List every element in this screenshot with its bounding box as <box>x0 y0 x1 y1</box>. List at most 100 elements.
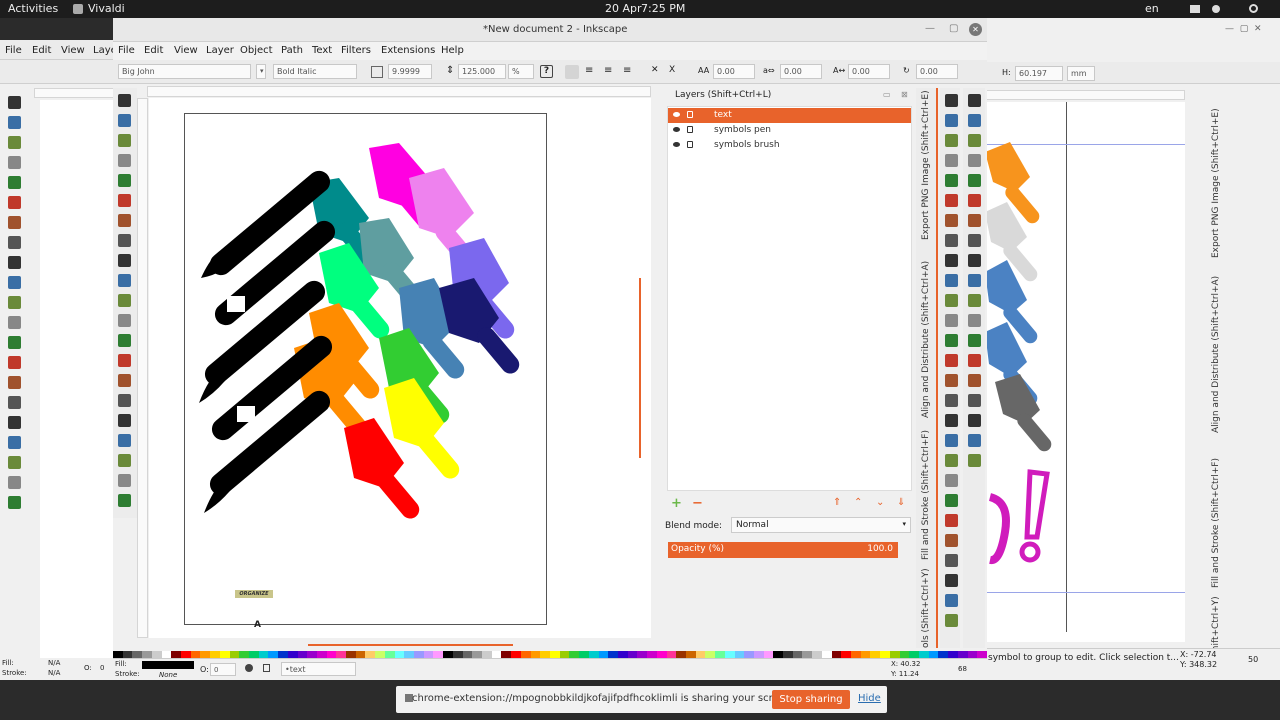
tool-button-icon[interactable] <box>118 174 131 187</box>
lower-to-bottom-icon[interactable]: ⇓ <box>897 497 905 508</box>
tool-button-icon[interactable] <box>8 96 21 109</box>
help-icon[interactable]: ? <box>540 65 553 78</box>
height-field[interactable]: 60.197 <box>1015 66 1063 81</box>
dock-tab-align[interactable]: Align and Distribute (Shift+Ctrl+A) <box>921 258 931 418</box>
palette-swatch[interactable] <box>316 651 328 658</box>
palette-swatch[interactable] <box>258 651 269 658</box>
palette-swatch[interactable] <box>142 651 153 658</box>
palette-swatch[interactable] <box>676 651 687 658</box>
palette-swatch[interactable] <box>744 651 755 658</box>
volume-icon[interactable] <box>1212 5 1220 13</box>
tool-button-icon[interactable] <box>8 336 21 349</box>
palette-swatch[interactable] <box>569 651 580 658</box>
tool-button-icon[interactable] <box>118 114 131 127</box>
tool-button-icon[interactable] <box>118 374 131 387</box>
palette-swatch[interactable] <box>831 651 842 658</box>
canvas-area[interactable]: ORGANIZE A <box>149 98 651 638</box>
lock-icon[interactable] <box>687 126 693 133</box>
tool-button-icon[interactable] <box>8 196 21 209</box>
tool-button-icon[interactable] <box>945 314 958 327</box>
palette-swatch[interactable] <box>792 651 803 658</box>
font-style-field[interactable]: Bold Italic <box>273 64 357 79</box>
tool-button-icon[interactable] <box>8 456 21 469</box>
palette-swatch[interactable] <box>346 651 357 658</box>
palette-swatch[interactable] <box>647 651 658 658</box>
close-button[interactable]: ✕ <box>969 23 982 36</box>
tool-button-icon[interactable] <box>968 434 981 447</box>
palette-swatch[interactable] <box>783 651 794 658</box>
tool-button-icon[interactable] <box>968 214 981 227</box>
palette-swatch[interactable] <box>802 651 813 658</box>
tool-button-icon[interactable] <box>945 214 958 227</box>
tool-button-icon[interactable] <box>945 234 958 247</box>
palette-swatch[interactable] <box>588 651 600 658</box>
palette-swatch[interactable] <box>200 651 211 658</box>
palette-swatch[interactable] <box>608 651 619 658</box>
font-family-field[interactable]: Big John <box>118 64 251 79</box>
palette-swatch[interactable] <box>598 651 609 658</box>
remove-layer-icon[interactable]: − <box>692 496 703 511</box>
palette-swatch[interactable] <box>889 651 901 658</box>
right-dock-tab-fill[interactable]: Fill and Stroke (Shift+Ctrl+F) <box>1211 448 1221 588</box>
tool-button-icon[interactable] <box>968 94 981 107</box>
palette-swatch[interactable] <box>627 651 638 658</box>
tool-button-icon[interactable] <box>945 554 958 567</box>
tool-button-icon[interactable] <box>968 134 981 147</box>
tool-button-icon[interactable] <box>118 434 131 447</box>
dock-tab-fill-stroke[interactable]: Fill and Stroke (Shift+Ctrl+F) <box>921 430 931 560</box>
palette-swatch[interactable] <box>870 651 881 658</box>
palette-swatch[interactable] <box>841 651 852 658</box>
tool-button-icon[interactable] <box>8 116 21 129</box>
right-dock-tab-export[interactable]: Export PNG Image (Shift+Ctrl+E) <box>1211 108 1221 258</box>
tool-button-icon[interactable] <box>968 354 981 367</box>
palette-swatch[interactable] <box>919 651 930 658</box>
dock-close-icon[interactable]: ⊠ <box>901 90 908 99</box>
palette-swatch[interactable] <box>210 651 221 658</box>
palette-swatch[interactable] <box>365 651 376 658</box>
tool-button-icon[interactable] <box>968 414 981 427</box>
align-left-icon[interactable] <box>565 65 579 79</box>
palette-swatch[interactable] <box>705 651 716 658</box>
tool-button-icon[interactable] <box>968 294 981 307</box>
tool-button-icon[interactable] <box>8 436 21 449</box>
tool-button-icon[interactable] <box>118 234 131 247</box>
tool-button-icon[interactable] <box>968 174 981 187</box>
canvas-scrollbar-h[interactable] <box>308 644 513 646</box>
palette-swatch[interactable] <box>171 651 182 658</box>
tool-button-icon[interactable] <box>118 294 131 307</box>
tool-button-icon[interactable] <box>945 514 958 527</box>
color-palette[interactable] <box>113 651 987 658</box>
tool-button-icon[interactable] <box>8 216 21 229</box>
letter-spacing-field[interactable]: 0.00 <box>713 64 755 79</box>
tool-button-icon[interactable] <box>945 134 958 147</box>
subscript-icon[interactable]: X <box>669 65 675 75</box>
tool-button-icon[interactable] <box>945 594 958 607</box>
right-window-controls[interactable]: — ▢ ✕ <box>1225 24 1275 34</box>
dock-tab-symbols[interactable]: ols (Shift+Ctrl+Y) <box>921 568 931 648</box>
palette-swatch[interactable] <box>579 651 590 658</box>
layer-lock-icon[interactable] <box>263 664 270 672</box>
tool-button-icon[interactable] <box>968 234 981 247</box>
palette-swatch[interactable] <box>773 651 784 658</box>
tool-button-icon[interactable] <box>968 374 981 387</box>
tool-button-icon[interactable] <box>945 174 958 187</box>
menu-object[interactable]: Object <box>240 45 273 56</box>
palette-swatch[interactable] <box>122 651 133 658</box>
add-layer-icon[interactable]: + <box>671 496 682 511</box>
tool-button-icon[interactable] <box>945 574 958 587</box>
opacity-field[interactable]: 0 <box>210 663 236 676</box>
line-spacing-unit[interactable]: % <box>508 64 534 79</box>
dock-iconify-icon[interactable]: ▭ <box>883 90 891 99</box>
raise-to-top-icon[interactable]: ⇑ <box>833 497 841 508</box>
palette-swatch[interactable] <box>394 651 405 658</box>
right-zoom[interactable]: 50 <box>1248 655 1258 664</box>
tool-button-icon[interactable] <box>8 236 21 249</box>
menu-edit[interactable]: Edit <box>144 45 163 56</box>
tool-button-icon[interactable] <box>968 394 981 407</box>
palette-swatch[interactable] <box>482 651 493 658</box>
align-right-icon[interactable]: ≡ <box>604 65 612 76</box>
tool-button-icon[interactable] <box>945 374 958 387</box>
tool-button-icon[interactable] <box>945 274 958 287</box>
tool-button-icon[interactable] <box>8 256 21 269</box>
tool-button-icon[interactable] <box>945 94 958 107</box>
